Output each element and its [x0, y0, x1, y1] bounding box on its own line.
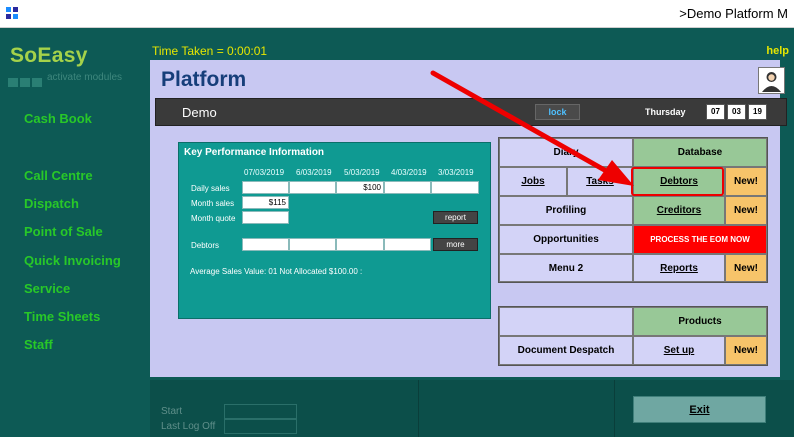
date-day: 07: [706, 104, 725, 120]
sidebar-item-point-of-sale[interactable]: Point of Sale: [24, 224, 103, 239]
last-log-off-field: [224, 419, 297, 434]
page-title: Platform: [161, 68, 247, 91]
sidebar-item-quick-invoicing[interactable]: Quick Invoicing: [24, 253, 121, 268]
menu2-button[interactable]: Menu 2: [499, 254, 633, 282]
kpi-label-month-sales: Month sales: [191, 199, 235, 208]
sidebar-item-cash-book[interactable]: Cash Book: [24, 111, 92, 126]
module-squares-icon: [8, 74, 44, 92]
kpi-label-daily: Daily sales: [191, 184, 230, 193]
empty-cell: [499, 307, 633, 336]
debtors-new-button[interactable]: New!: [725, 167, 767, 196]
user-avatar[interactable]: [758, 67, 785, 94]
report-button[interactable]: report: [433, 211, 478, 224]
tasks-button[interactable]: Tasks: [567, 167, 633, 196]
creditors-button[interactable]: Creditors: [633, 196, 725, 225]
header-bar: [155, 98, 787, 126]
profiling-button[interactable]: Profiling: [499, 196, 633, 225]
kpi-date: 5/03/2019: [344, 168, 380, 177]
process-eom-button[interactable]: PROCESS THE EOM NOW: [633, 225, 767, 254]
kpi-date: 3/03/2019: [438, 168, 474, 177]
kpi-debtors-cell: [289, 238, 336, 251]
last-log-off-label: Last Log Off: [161, 421, 216, 432]
kpi-month-quote-cell: [242, 211, 289, 224]
kpi-date: 6/03/2019: [296, 168, 332, 177]
setup-new-button[interactable]: New!: [725, 336, 767, 365]
exit-label: Exit: [689, 403, 710, 416]
app-icon: [6, 7, 18, 19]
reports-button[interactable]: Reports: [633, 254, 725, 282]
start-field: [224, 404, 297, 419]
diary-button[interactable]: Diary: [499, 138, 633, 167]
more-button[interactable]: more: [433, 238, 478, 251]
kpi-date: 4/03/2019: [391, 168, 427, 177]
divider: [614, 380, 615, 437]
products-button[interactable]: Products: [633, 307, 767, 336]
kpi-daily-cell: [384, 181, 431, 194]
activate-modules-link[interactable]: activate modules: [47, 72, 122, 83]
user-icon: [762, 72, 781, 92]
kpi-daily-cell: $100: [336, 181, 384, 194]
debtors-highlight-box: [631, 167, 724, 196]
average-sales-text: Average Sales Value: 01 Not Allocated $1…: [190, 267, 363, 276]
exit-button[interactable]: Exit: [633, 396, 766, 423]
kpi-debtors-cell: [384, 238, 431, 251]
database-button[interactable]: Database: [633, 138, 767, 167]
lock-button[interactable]: lock: [535, 104, 580, 120]
date-month: 03: [727, 104, 746, 120]
document-despatch-button[interactable]: Document Despatch: [499, 336, 633, 365]
kpi-label-month-quote: Month quote: [191, 214, 236, 223]
day-label: Thursday: [645, 107, 686, 117]
creditors-new-button[interactable]: New!: [725, 196, 767, 225]
jobs-button[interactable]: Jobs: [499, 167, 567, 196]
sidebar-item-service[interactable]: Service: [24, 281, 70, 296]
start-label: Start: [161, 406, 183, 417]
help-link[interactable]: help: [766, 45, 789, 57]
kpi-label-debtors: Debtors: [191, 241, 220, 250]
kpi-debtors-cell: [242, 238, 289, 251]
sidebar-item-call-centre[interactable]: Call Centre: [24, 168, 93, 183]
kpi-date: 07/03/2019: [244, 168, 285, 177]
company-name: Demo: [182, 105, 217, 120]
sidebar-item-staff[interactable]: Staff: [24, 337, 53, 352]
window-title: >Demo Platform M: [679, 6, 788, 21]
reports-new-button[interactable]: New!: [725, 254, 767, 282]
setup-button[interactable]: Set up: [633, 336, 725, 365]
sidebar-item-dispatch[interactable]: Dispatch: [24, 196, 79, 211]
kpi-title: Key Performance Information: [184, 147, 325, 158]
kpi-debtors-cell: [336, 238, 384, 251]
kpi-month-sales-cell: $115: [242, 196, 289, 209]
sidebar-item-time-sheets[interactable]: Time Sheets: [24, 309, 100, 324]
kpi-daily-cell: [289, 181, 336, 194]
window-titlebar: >Demo Platform M: [0, 0, 794, 28]
opportunities-button[interactable]: Opportunities: [499, 225, 633, 254]
kpi-daily-cell: [431, 181, 479, 194]
kpi-daily-cell: [242, 181, 289, 194]
time-taken-label: Time Taken = 0:00:01: [152, 44, 268, 58]
date-year: 19: [748, 104, 767, 120]
app-logo: SoEasy: [10, 44, 88, 67]
divider: [418, 380, 419, 437]
